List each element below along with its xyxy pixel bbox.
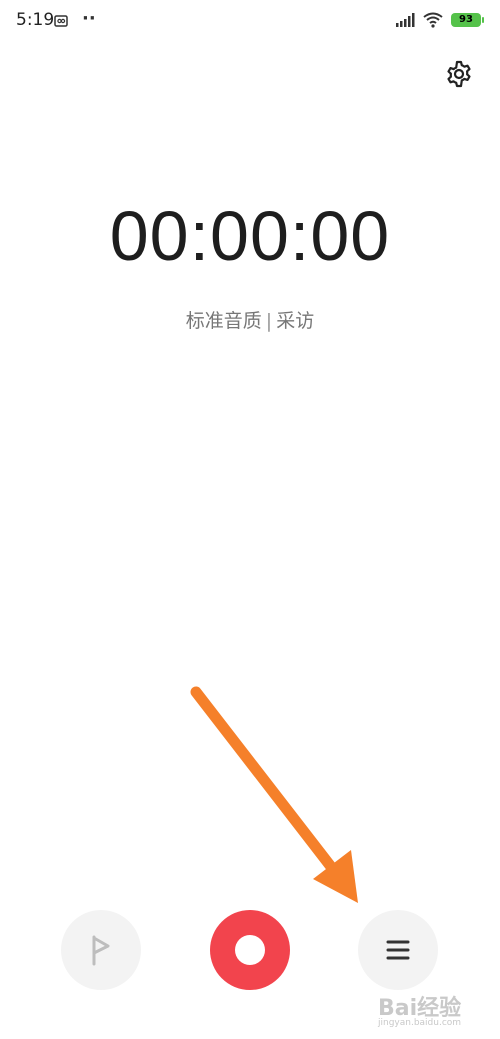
separator: | [265,310,273,332]
mark-button[interactable] [61,910,141,990]
settings-button[interactable] [444,59,474,89]
record-button[interactable] [210,910,290,990]
status-time: 5:19 [16,10,55,30]
menu-icon [386,940,410,960]
notification-dots: ·· [82,8,96,29]
recording-timer: 00:00:00 [109,197,391,275]
quality-label: 标准音质 [185,310,262,332]
watermark-sub: jingyan.baidu.com [378,1018,462,1028]
recording-settings-summary[interactable]: 标准音质 | 采访 [0,306,500,333]
record-icon [235,935,265,965]
annotation-arrow [190,686,358,903]
watermark: Bai经验 jingyan.baidu.com [378,990,496,1030]
wifi-icon [423,12,443,28]
screen-recorder-icon [54,15,68,27]
status-bar: 5:19 ·· 93 [0,0,500,42]
recordings-list-button[interactable] [358,910,438,990]
battery-icon: 93 [451,13,484,27]
signal-icon [396,13,415,27]
flag-icon [92,935,110,966]
gear-icon [447,60,471,88]
mode-label: 采访 [276,310,315,332]
